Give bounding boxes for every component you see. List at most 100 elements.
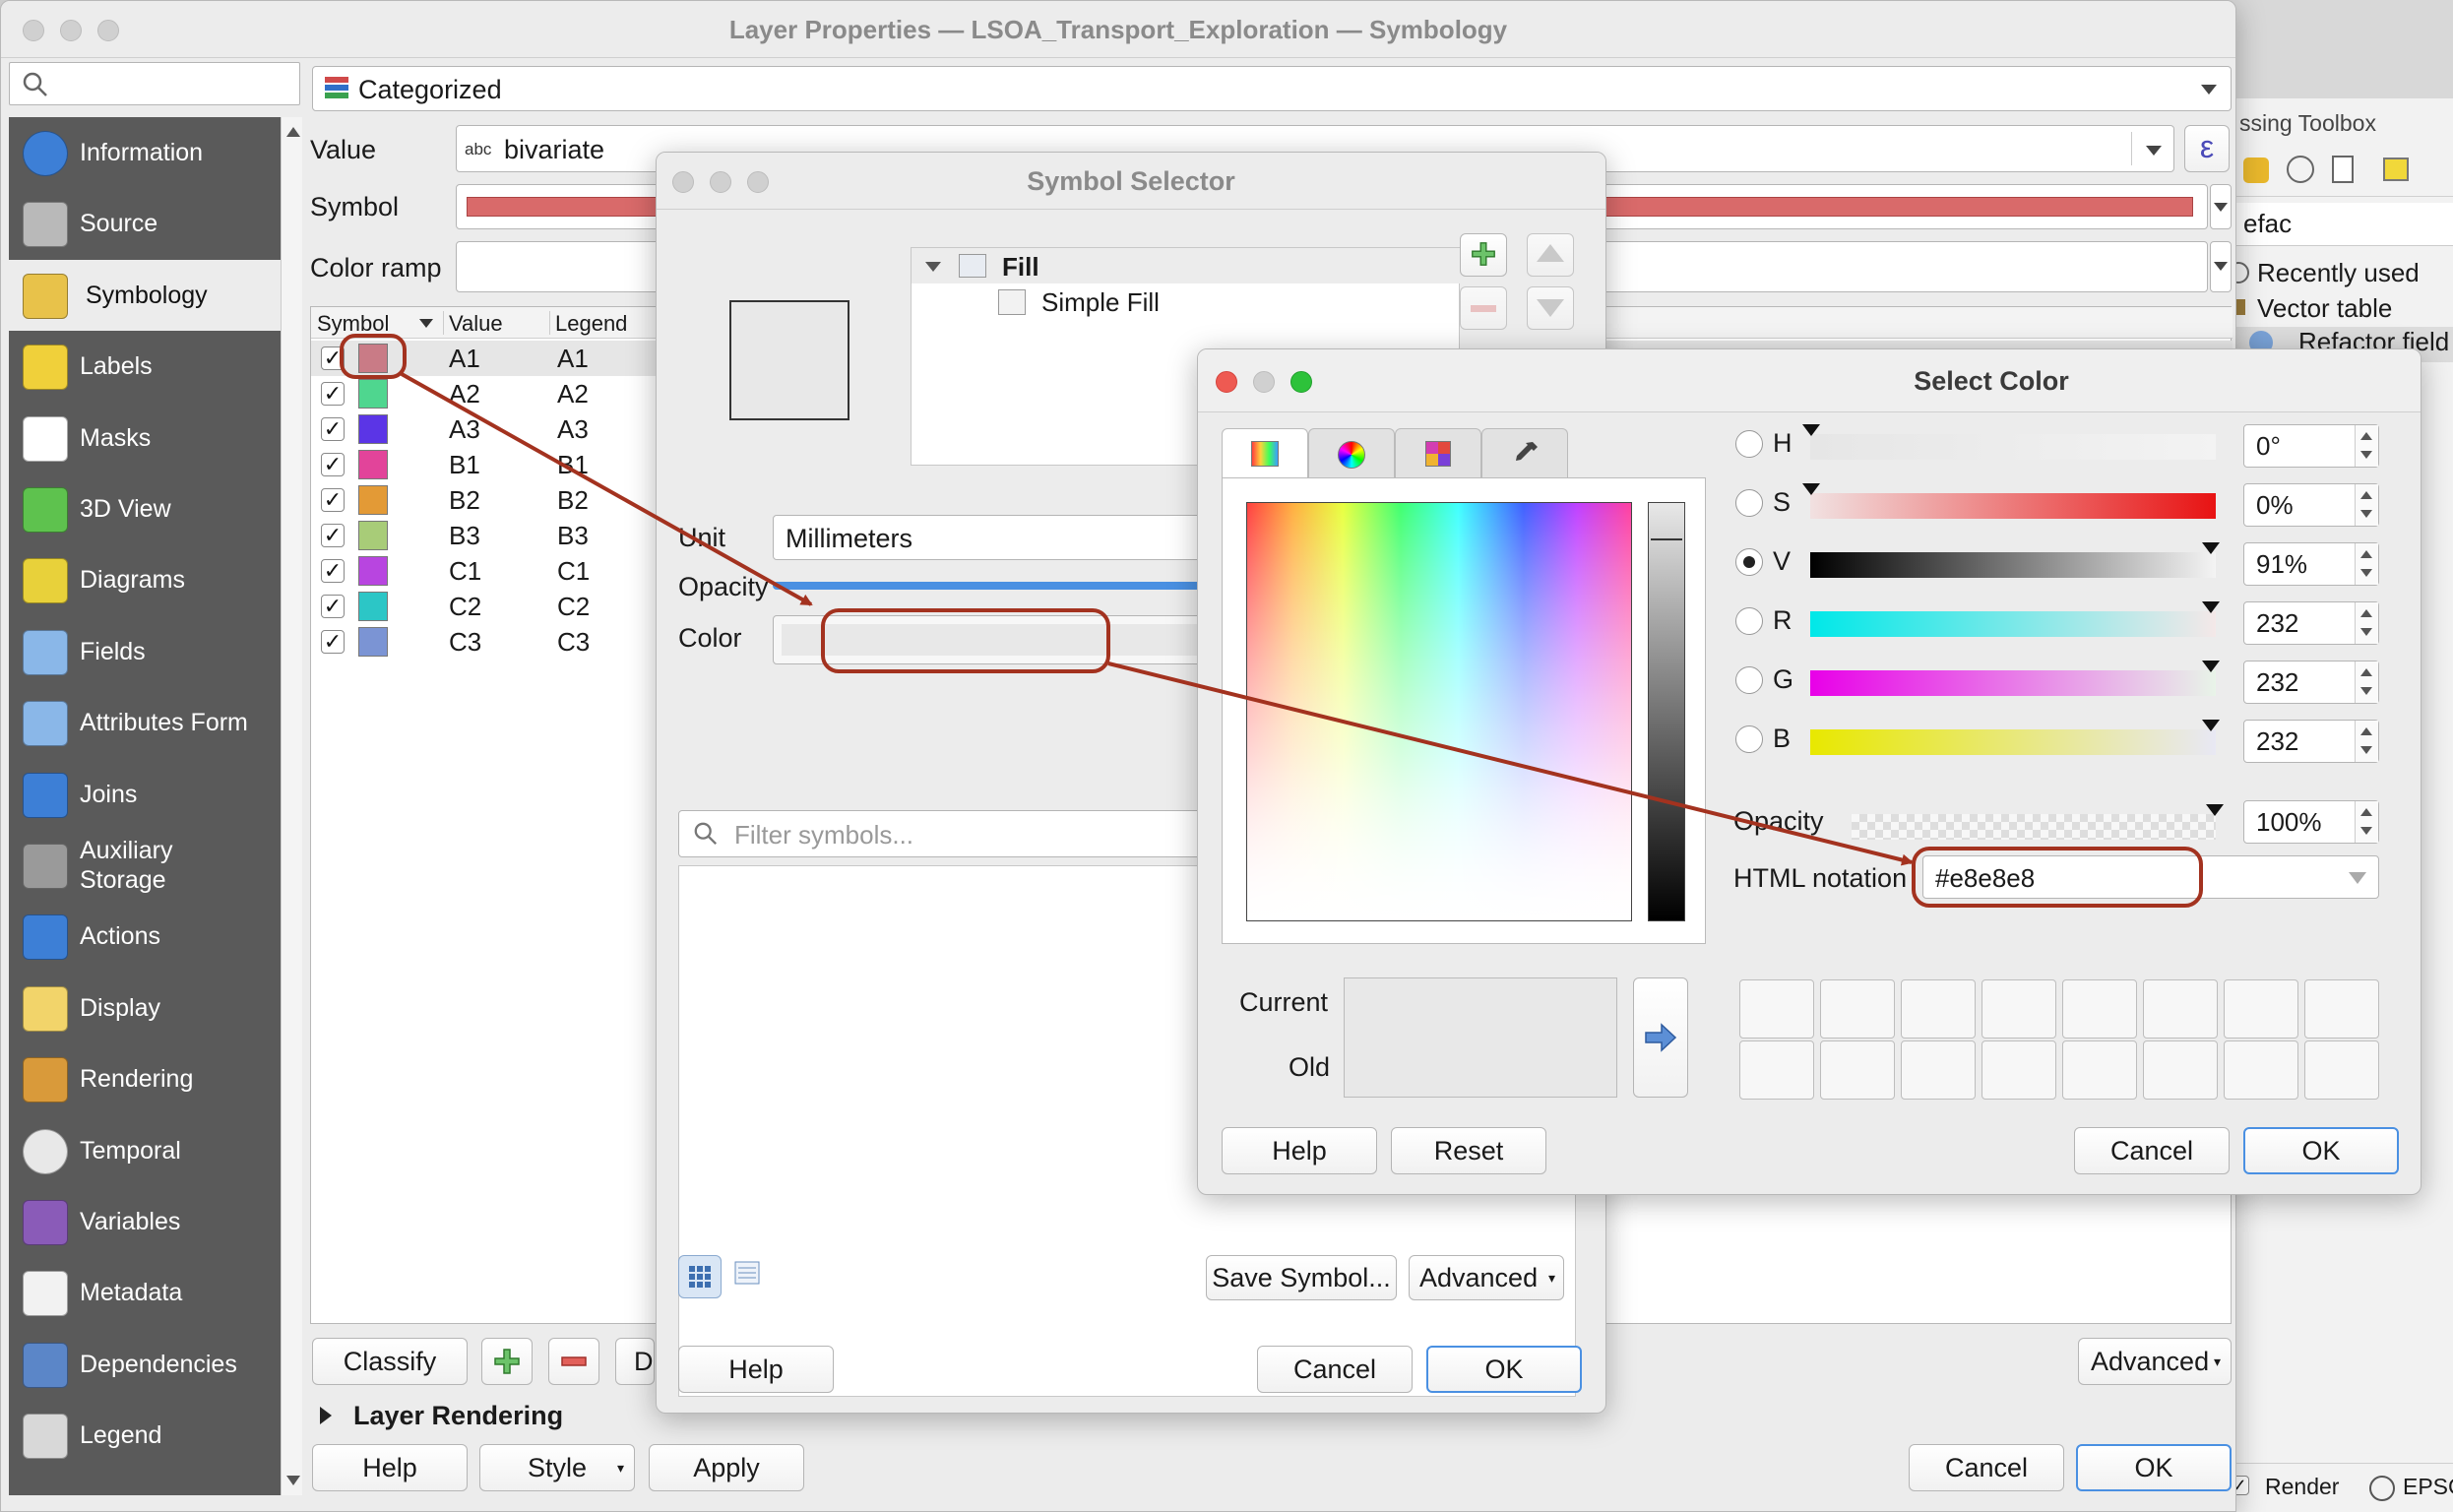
category-symbol-swatch[interactable] [358,450,388,479]
sidebar-scrollbar[interactable] [281,117,302,1495]
sidebar-item-metadata[interactable]: Metadata [9,1257,281,1328]
custom-swatch-slot[interactable] [1981,1040,2056,1100]
history-icon[interactable] [2287,156,2314,183]
sidebar-item-actions[interactable]: Actions [9,901,281,972]
scroll-down-arrow-icon[interactable] [286,1476,300,1485]
slider-handle[interactable] [2202,661,2220,672]
spinbox-arrows[interactable] [2355,543,2378,585]
channel-spinbox-g[interactable]: 232 [2243,661,2379,704]
toolbox-item-recently-used[interactable]: Recently used [2228,256,2453,291]
expand-arrow-icon[interactable] [925,262,941,272]
category-symbol-swatch[interactable] [358,379,388,409]
spinbox-arrows[interactable] [2355,425,2378,467]
category-visibility-checkbox[interactable]: ✓ [321,559,345,583]
channel-slider-b[interactable] [1810,720,2220,755]
move-down-button[interactable] [1527,286,1574,330]
reset-button[interactable]: Reset [1391,1127,1546,1174]
sidebar-item-attributes-form[interactable]: Attributes Form [9,687,281,758]
column-header-value[interactable]: Value [449,311,503,337]
spinbox-arrows[interactable] [2355,484,2378,526]
category-symbol-swatch[interactable] [358,592,388,621]
sidebar-item-fields[interactable]: Fields [9,616,281,687]
category-visibility-checkbox[interactable]: ✓ [321,524,345,547]
sidebar-item-display[interactable]: Display [9,973,281,1043]
channel-spinbox-h[interactable]: 0° [2243,424,2379,468]
color-ramp-chevron-icon[interactable] [2210,241,2232,292]
cancel-button[interactable]: Cancel [2074,1127,2230,1174]
sidebar-item-dependencies[interactable]: Dependencies [9,1329,281,1400]
custom-swatch-slot[interactable] [2224,979,2298,1039]
channel-spinbox-s[interactable]: 0% [2243,483,2379,527]
cancel-button[interactable]: Cancel [1257,1346,1413,1393]
layer-rendering-toggle[interactable]: Layer Rendering [314,1397,708,1436]
category-visibility-checkbox[interactable]: ✓ [321,488,345,512]
channel-radio-h[interactable] [1735,430,1763,458]
category-legend[interactable]: B1 [557,450,589,480]
slider-handle[interactable] [1802,424,1820,436]
category-symbol-swatch[interactable] [358,485,388,515]
channel-slider-g[interactable] [1810,661,2220,696]
sidebar-search-input[interactable] [9,62,300,105]
symbol-menu-chevron-icon[interactable] [2210,184,2232,229]
icon-view-button[interactable] [678,1255,722,1298]
category-legend[interactable]: C1 [557,556,590,587]
sidebar-item-auxiliary-storage[interactable]: Auxiliary Storage [9,830,281,901]
slider-handle[interactable] [2202,720,2220,731]
classify-button[interactable]: Classify [312,1338,468,1385]
custom-swatch-slot[interactable] [2304,979,2379,1039]
custom-swatch-slot[interactable] [1739,1040,1814,1100]
custom-swatch-slot[interactable] [1901,979,1976,1039]
move-up-button[interactable] [1527,233,1574,277]
slider-handle[interactable] [2206,804,2224,816]
globe-icon[interactable] [2369,1476,2395,1501]
sidebar-item-legend[interactable]: Legend [9,1400,281,1471]
category-visibility-checkbox[interactable]: ✓ [321,382,345,406]
sidebar-item-masks[interactable]: Masks [9,403,281,473]
custom-swatch-slot[interactable] [2062,1040,2137,1100]
channel-slider-h[interactable] [1802,424,2216,460]
remove-category-button[interactable] [548,1338,599,1385]
help-button[interactable]: Help [1222,1127,1377,1174]
add-category-button[interactable] [481,1338,533,1385]
tree-row-fill[interactable]: Fill [912,248,1461,284]
minimize-window-button[interactable] [1253,371,1275,393]
sidebar-item-information[interactable]: Information [9,117,281,188]
channel-radio-r[interactable] [1735,607,1763,635]
custom-swatch-slot[interactable] [2143,979,2218,1039]
apply-button[interactable]: Apply [649,1444,804,1491]
channel-radio-v[interactable] [1735,548,1763,576]
category-legend[interactable]: A2 [557,379,589,410]
help-button[interactable]: Help [312,1444,468,1491]
channel-slider-v[interactable] [1810,542,2220,578]
save-symbol-button[interactable]: Save Symbol... [1206,1255,1397,1300]
custom-swatch-slot[interactable] [2062,979,2137,1039]
delete-all-button[interactable]: De [615,1338,655,1385]
category-symbol-swatch[interactable] [358,414,388,444]
color-tab-ramp[interactable] [1222,428,1308,477]
channel-spinbox-r[interactable]: 232 [2243,601,2379,645]
category-legend[interactable]: A1 [557,344,589,374]
color-tab-swatches[interactable] [1395,428,1481,477]
custom-swatch-slot[interactable] [1820,1040,1895,1100]
results-icon[interactable] [2332,156,2354,183]
style-menu-button[interactable]: Style ▾ [479,1444,635,1491]
epsg-label[interactable]: EPSG [2403,1474,2453,1500]
column-header-symbol[interactable]: Symbol [317,311,389,337]
channel-radio-b[interactable] [1735,725,1763,753]
sidebar-item-joins[interactable]: Joins [9,759,281,830]
spinbox-arrows[interactable] [2355,662,2378,703]
sidebar-item-source[interactable]: Source [9,188,281,259]
color-tab-wheel[interactable] [1308,428,1395,477]
tree-row-simple-fill[interactable]: Simple Fill [912,284,1461,319]
category-visibility-checkbox[interactable]: ✓ [321,630,345,654]
sidebar-item-rendering[interactable]: Rendering [9,1043,281,1114]
column-header-legend[interactable]: Legend [555,311,627,337]
channel-radio-s[interactable] [1735,489,1763,517]
chevron-down-icon[interactable] [2349,872,2366,884]
category-visibility-checkbox[interactable]: ✓ [321,417,345,441]
category-legend[interactable]: C2 [557,592,590,622]
help-button[interactable]: Help [678,1346,834,1393]
value-ramp-slider[interactable] [1648,502,1685,921]
close-window-button[interactable] [1216,371,1237,393]
custom-swatch-slot[interactable] [2143,1040,2218,1100]
